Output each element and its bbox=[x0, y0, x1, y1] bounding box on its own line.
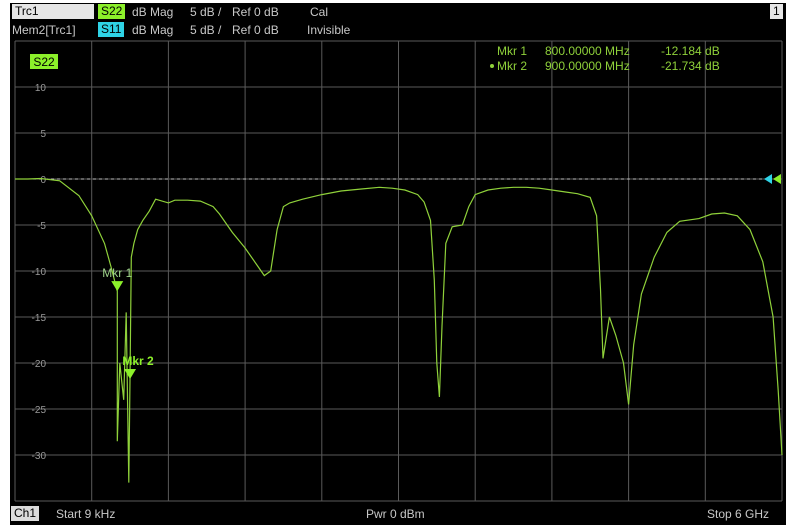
source-power[interactable]: Pwr 0 dBm bbox=[366, 504, 425, 524]
s22-reference-arrow bbox=[773, 174, 781, 184]
marker-info-label: Mkr 2 bbox=[497, 59, 527, 73]
active-marker-dot bbox=[490, 64, 494, 68]
y-tick-label: -5 bbox=[37, 221, 46, 232]
y-tick-label: -10 bbox=[32, 267, 47, 278]
marker-info-value: -21.734 dB bbox=[661, 59, 720, 73]
y-tick-label: 10 bbox=[35, 83, 47, 94]
y-tick-label: 0 bbox=[40, 175, 46, 186]
marker-1-label: Mkr 1 bbox=[102, 266, 132, 280]
start-frequency[interactable]: Start 9 kHz bbox=[56, 504, 115, 524]
y-tick-label: 5 bbox=[40, 129, 46, 140]
y-tick-label: -15 bbox=[32, 313, 47, 324]
s11-reference-arrow bbox=[764, 174, 772, 184]
marker-info-frequency: 900.00000 MHz bbox=[545, 59, 630, 73]
y-tick-label: -30 bbox=[32, 451, 47, 462]
s22-plot: 1050-5-10-15-20-25-30 Mkr 1Mkr 2 S22Mkr … bbox=[14, 40, 783, 502]
y-tick-label: -25 bbox=[32, 405, 47, 416]
marker-info-frequency: 800.00000 MHz bbox=[545, 44, 630, 58]
marker-info-value: -12.184 dB bbox=[661, 44, 720, 58]
vna-display: Trc1 S22 dB Mag 5 dB / Ref 0 dB Cal 1 Me… bbox=[10, 3, 786, 525]
marker-info-label: Mkr 1 bbox=[497, 44, 527, 58]
marker-2-label: Mkr 2 bbox=[122, 354, 154, 368]
marker-1-triangle bbox=[111, 281, 124, 292]
s22-trace-label: S22 bbox=[33, 55, 55, 69]
channel-tag[interactable]: Ch1 bbox=[11, 506, 40, 521]
y-tick-label: -20 bbox=[32, 359, 47, 370]
stop-frequency[interactable]: Stop 6 GHz bbox=[707, 504, 769, 524]
marker-2-triangle bbox=[124, 368, 137, 379]
